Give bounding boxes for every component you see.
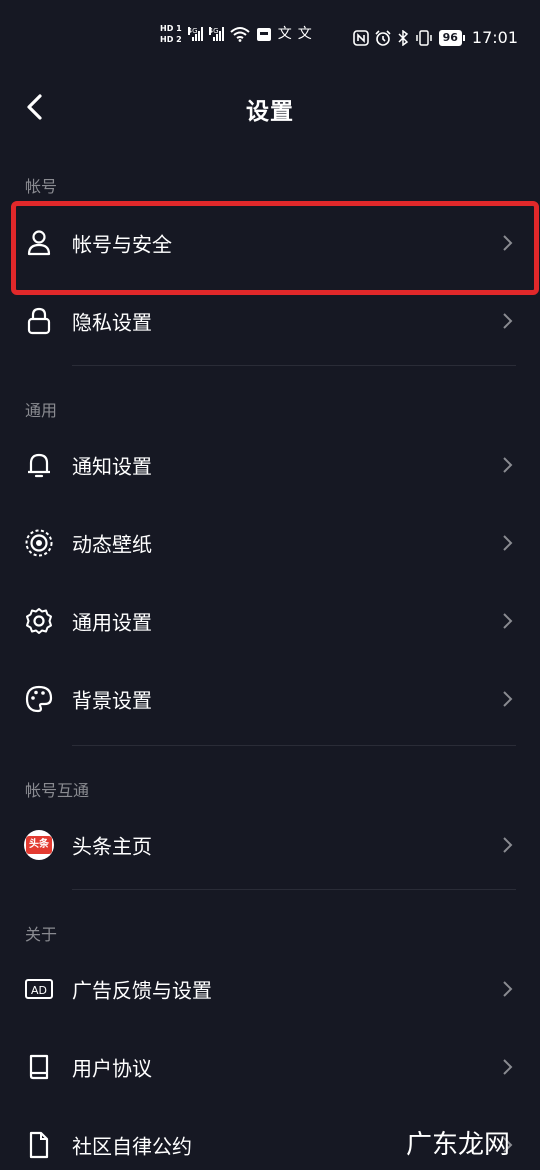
watermark: 广东龙网	[406, 1130, 511, 1160]
settings-item-toutiao-homepage[interactable]: 头条 头条主页	[0, 806, 540, 884]
vibrate-icon	[415, 29, 432, 46]
settings-item-ad-feedback[interactable]: AD 广告反馈与设置	[0, 950, 540, 1028]
toutiao-icon: 头条	[24, 830, 54, 860]
settings-item-label: 动态壁纸	[72, 532, 152, 557]
chevron-right-icon	[503, 613, 513, 629]
settings-item-notifications[interactable]: 通知设置	[0, 426, 540, 504]
settings-item-label: 广告反馈与设置	[72, 978, 212, 1003]
settings-item-user-agreement[interactable]: 用户协议	[0, 1028, 540, 1106]
signal-2-icon: 4G	[208, 27, 224, 41]
settings-item-label: 隐私设置	[72, 310, 152, 335]
settings-item-label: 社区自律公约	[72, 1134, 192, 1159]
hd2-indicator: HD 2	[160, 35, 182, 44]
bluetooth-icon	[398, 29, 408, 46]
lock-icon	[27, 307, 51, 335]
alarm-icon	[375, 29, 391, 46]
status-bar: HD 1 HD 2 4G 4G 文 文 96 17:01	[0, 0, 540, 80]
section-label-linked-accounts: 帐号互通	[25, 781, 90, 800]
chevron-right-icon	[503, 1059, 513, 1075]
hd-indicators: HD 1 HD 2	[160, 24, 182, 44]
text-icon: 文	[277, 26, 292, 42]
page-title: 设置	[246, 99, 294, 125]
settings-item-label: 背景设置	[72, 688, 152, 713]
signal-1-icon: 4G	[187, 27, 203, 41]
highlight-box	[11, 201, 539, 295]
document-icon	[29, 1131, 49, 1159]
settings-item-general[interactable]: 通用设置	[0, 582, 540, 660]
settings-item-background[interactable]: 背景设置	[0, 660, 540, 738]
chevron-right-icon	[503, 691, 513, 707]
settings-item-privacy[interactable]: 隐私设置	[0, 282, 540, 360]
header: 设置	[0, 80, 540, 130]
svg-text:AD: AD	[31, 984, 47, 997]
settings-item-live-wallpaper[interactable]: 动态壁纸	[0, 504, 540, 582]
clock: 17:01	[471, 28, 518, 47]
divider	[72, 365, 516, 366]
nfc-icon	[352, 29, 369, 46]
section-label-general: 通用	[25, 401, 58, 420]
chevron-right-icon	[503, 457, 513, 473]
palette-icon	[25, 685, 53, 713]
live-wallpaper-icon	[25, 529, 53, 557]
chevron-right-icon	[503, 313, 513, 329]
gear-icon	[26, 608, 52, 634]
bell-icon	[28, 453, 50, 478]
settings-item-label: 通用设置	[72, 610, 152, 635]
section-label-about: 关于	[25, 925, 58, 944]
chevron-right-icon	[503, 837, 513, 853]
settings-item-label: 通知设置	[72, 454, 152, 479]
wifi-icon	[230, 27, 250, 42]
settings-item-label: 用户协议	[72, 1056, 152, 1081]
divider	[72, 745, 516, 746]
divider	[72, 889, 516, 890]
book-icon	[29, 1054, 49, 1080]
ad-icon: AD	[25, 979, 53, 999]
chevron-right-icon	[503, 535, 513, 551]
settings-item-label: 头条主页	[72, 834, 152, 859]
section-label-account: 帐号	[25, 177, 58, 196]
chevron-right-icon	[503, 981, 513, 997]
calendar-icon	[256, 28, 271, 41]
hd1-indicator: HD 1	[160, 24, 182, 33]
battery-indicator: 96	[438, 29, 466, 46]
text-icon: 文	[297, 26, 312, 42]
